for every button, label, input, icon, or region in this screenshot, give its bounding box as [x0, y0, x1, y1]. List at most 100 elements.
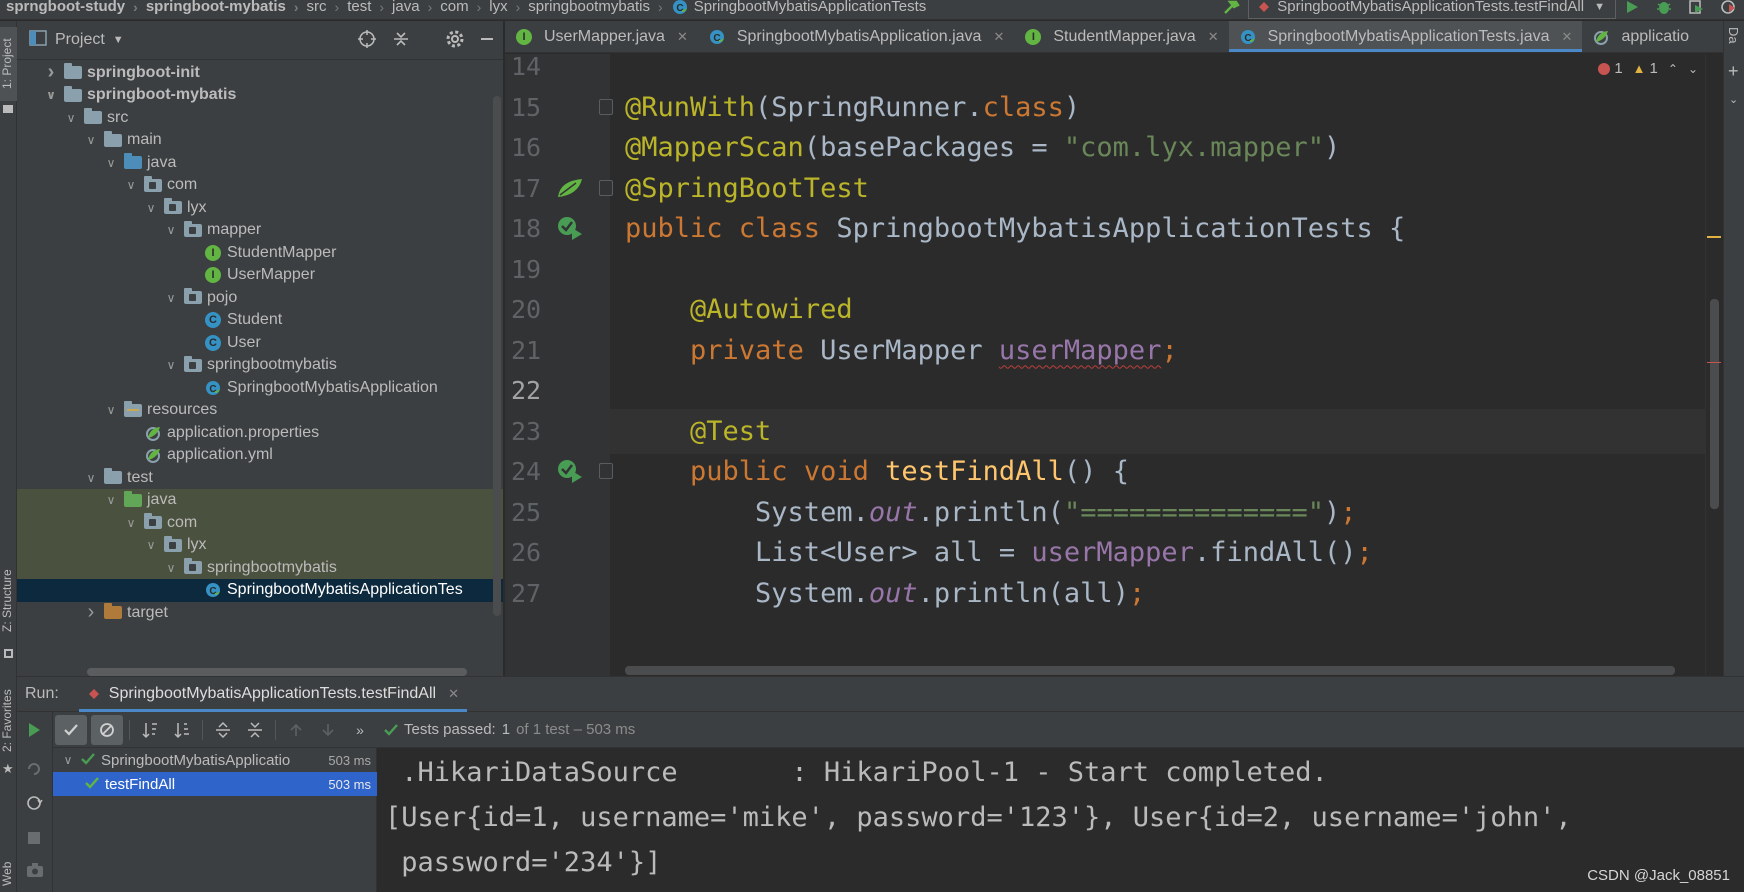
tree-item[interactable]: ∨ src	[17, 106, 503, 129]
editor-tab[interactable]: applicatio	[1582, 21, 1699, 52]
more-icon[interactable]: »	[344, 715, 376, 745]
tree-item[interactable]: ∨ mapper	[17, 219, 503, 242]
run-test-class-icon[interactable]	[555, 213, 585, 243]
camera-icon[interactable]	[26, 862, 44, 882]
run-configuration-select[interactable]: SpringbootMybatisApplicationTests.testFi…	[1248, 0, 1616, 19]
database-tool-button[interactable]: Da	[1726, 27, 1741, 44]
close-icon[interactable]: ✕	[448, 686, 459, 702]
tree-item[interactable]: ∨ lyx	[17, 533, 503, 557]
expand-all-icon[interactable]	[207, 715, 239, 745]
tree-item[interactable]: C User	[17, 331, 503, 354]
code-line[interactable]: @SpringBootTest	[625, 166, 869, 211]
expand-arrow-icon[interactable]: ∨	[104, 403, 118, 417]
breadcrumb-item[interactable]: lyx ›	[489, 0, 528, 16]
run-test-method-icon[interactable]	[555, 456, 585, 486]
chevron-down-icon[interactable]: ▼	[113, 34, 124, 46]
warning-marker[interactable]	[1707, 236, 1721, 238]
expand-arrow-icon[interactable]: ∨	[104, 156, 118, 170]
chevron-down-icon[interactable]: ⌄	[1729, 93, 1738, 106]
gear-icon[interactable]	[445, 29, 465, 53]
code-line[interactable]: System.out.println("==============");	[625, 490, 1357, 535]
code-line[interactable]: @MapperScan(basePackages = "com.lyx.mapp…	[625, 125, 1340, 170]
console-output[interactable]: .HikariDataSource : HikariPool-1 - Start…	[377, 748, 1744, 892]
rerun-icon[interactable]	[26, 722, 42, 742]
expand-arrow-icon[interactable]: ∨	[84, 471, 98, 485]
code-line[interactable]: private UserMapper userMapper;	[625, 328, 1178, 373]
breadcrumb-item[interactable]: springboot-mybatis ›	[146, 0, 307, 16]
code-line[interactable]: public void testFindAll() {	[625, 449, 1129, 494]
tree-item[interactable]: application.yml	[17, 444, 503, 467]
next-failed-icon[interactable]	[312, 715, 344, 745]
expand-arrow-icon[interactable]: ∨	[84, 133, 98, 147]
build-hammer-icon[interactable]	[1216, 0, 1248, 17]
tree-item[interactable]: C SpringbootMybatisApplication	[17, 376, 503, 399]
structure-tool-button[interactable]: Z: Structure	[0, 561, 17, 641]
editor-tab[interactable]: C SpringbootMybatisApplication.java ✕	[698, 21, 1015, 52]
code-editor[interactable]: 14 15 16 17 18 19 20 21 22 23 24 25 26 27 @RunWith(Sp…	[505, 54, 1723, 676]
spring-bean-icon[interactable]	[555, 173, 585, 203]
expand-arrow-icon[interactable]: ∨	[64, 111, 78, 125]
project-panel-title[interactable]: Project	[55, 31, 105, 49]
previous-failed-icon[interactable]	[280, 715, 312, 745]
tree-item[interactable]: ∨ test	[17, 466, 503, 489]
tree-item[interactable]: ∨ com	[17, 174, 503, 197]
tree-item[interactable]: application.properties	[17, 421, 503, 444]
sort-alphabetically-icon[interactable]	[134, 715, 166, 745]
show-passed-icon[interactable]	[55, 714, 87, 745]
tree-item[interactable]: I UserMapper	[17, 264, 503, 287]
editor-tab[interactable]: I StudentMapper.java ✕	[1014, 21, 1228, 52]
expand-arrow-icon[interactable]: ∨	[164, 358, 178, 372]
profile-icon[interactable]	[1712, 0, 1744, 17]
hide-panel-icon[interactable]	[479, 29, 495, 53]
expand-arrow-icon[interactable]: ∨	[144, 538, 158, 552]
expand-arrow-icon[interactable]: ∨	[104, 493, 118, 507]
breadcrumb-item[interactable]: com ›	[440, 0, 489, 16]
tree-item[interactable]: ∨ springboot-mybatis	[17, 84, 503, 107]
favorites-tool-button[interactable]: 2: Favorites	[0, 681, 17, 761]
add-icon[interactable]: +	[1728, 61, 1739, 82]
tree-item[interactable]: ∨ springbootmybatis	[17, 354, 503, 377]
tree-item[interactable]: ∨ springbootmybatis	[17, 556, 503, 579]
fold-marker-icon[interactable]	[599, 463, 613, 479]
test-result-row[interactable]: ∨ SpringbootMybatisApplicatio 503 ms	[53, 748, 377, 772]
expand-arrow-icon[interactable]: ∨	[124, 178, 138, 192]
coverage-icon[interactable]	[1680, 0, 1712, 17]
locate-icon[interactable]	[357, 29, 377, 53]
expand-arrow-icon[interactable]: ∨	[164, 223, 178, 237]
project-scrollbar[interactable]	[493, 96, 501, 616]
breadcrumb-item[interactable]: springbootmybatis ›	[528, 0, 670, 16]
code-line[interactable]: public class SpringbootMybatisApplicatio…	[625, 206, 1405, 251]
editor-scrollbar[interactable]	[1705, 54, 1723, 676]
expand-arrow-icon[interactable]: ∨	[144, 201, 158, 215]
breadcrumb-item[interactable]: sprngboot-study ›	[6, 0, 146, 16]
tree-item[interactable]: › springboot-init	[17, 61, 503, 84]
code-line[interactable]: @RunWith(SpringRunner.class)	[625, 85, 1080, 130]
collapse-arrow-icon[interactable]: ›	[84, 601, 98, 624]
tree-item[interactable]: C SpringbootMybatisApplicationTes	[17, 578, 503, 602]
breadcrumb-item[interactable]: C SpringbootMybatisApplicationTests	[671, 0, 926, 16]
close-icon[interactable]: ✕	[677, 29, 688, 45]
tree-item[interactable]: ∨ lyx	[17, 196, 503, 219]
breadcrumb-item[interactable]: java ›	[392, 0, 440, 16]
show-ignored-icon[interactable]	[91, 714, 123, 745]
code-line[interactable]: @Autowired	[625, 287, 853, 332]
code-line[interactable]: List<User> all = userMapper.findAll();	[625, 530, 1373, 575]
fold-marker-icon[interactable]	[599, 98, 613, 115]
tree-item[interactable]: C Student	[17, 309, 503, 332]
test-result-row[interactable]: testFindAll 503 ms	[53, 772, 377, 796]
expand-arrow-icon[interactable]: ∨	[124, 516, 138, 530]
editor-tab[interactable]: C SpringbootMybatisApplicationTests.java ✕	[1228, 21, 1583, 52]
collapse-all-icon[interactable]	[239, 715, 271, 745]
expand-arrow-icon[interactable]: ∨	[61, 753, 75, 767]
tree-item[interactable]: ∨ resources	[17, 399, 503, 422]
tree-item[interactable]: ∨ main	[17, 129, 503, 152]
project-hscrollbar[interactable]	[87, 668, 467, 676]
fold-marker-icon[interactable]	[599, 179, 613, 196]
collapse-arrow-icon[interactable]: ›	[44, 61, 58, 84]
sort-by-duration-icon[interactable]	[166, 715, 198, 745]
run-tab[interactable]: SpringbootMybatisApplicationTests.testFi…	[78, 677, 468, 712]
tree-item[interactable]: I StudentMapper	[17, 241, 503, 264]
project-tool-button[interactable]: 1: Project	[0, 27, 17, 101]
web-tool-button[interactable]: Web	[0, 856, 17, 892]
code-line[interactable]: @Test	[625, 409, 771, 454]
